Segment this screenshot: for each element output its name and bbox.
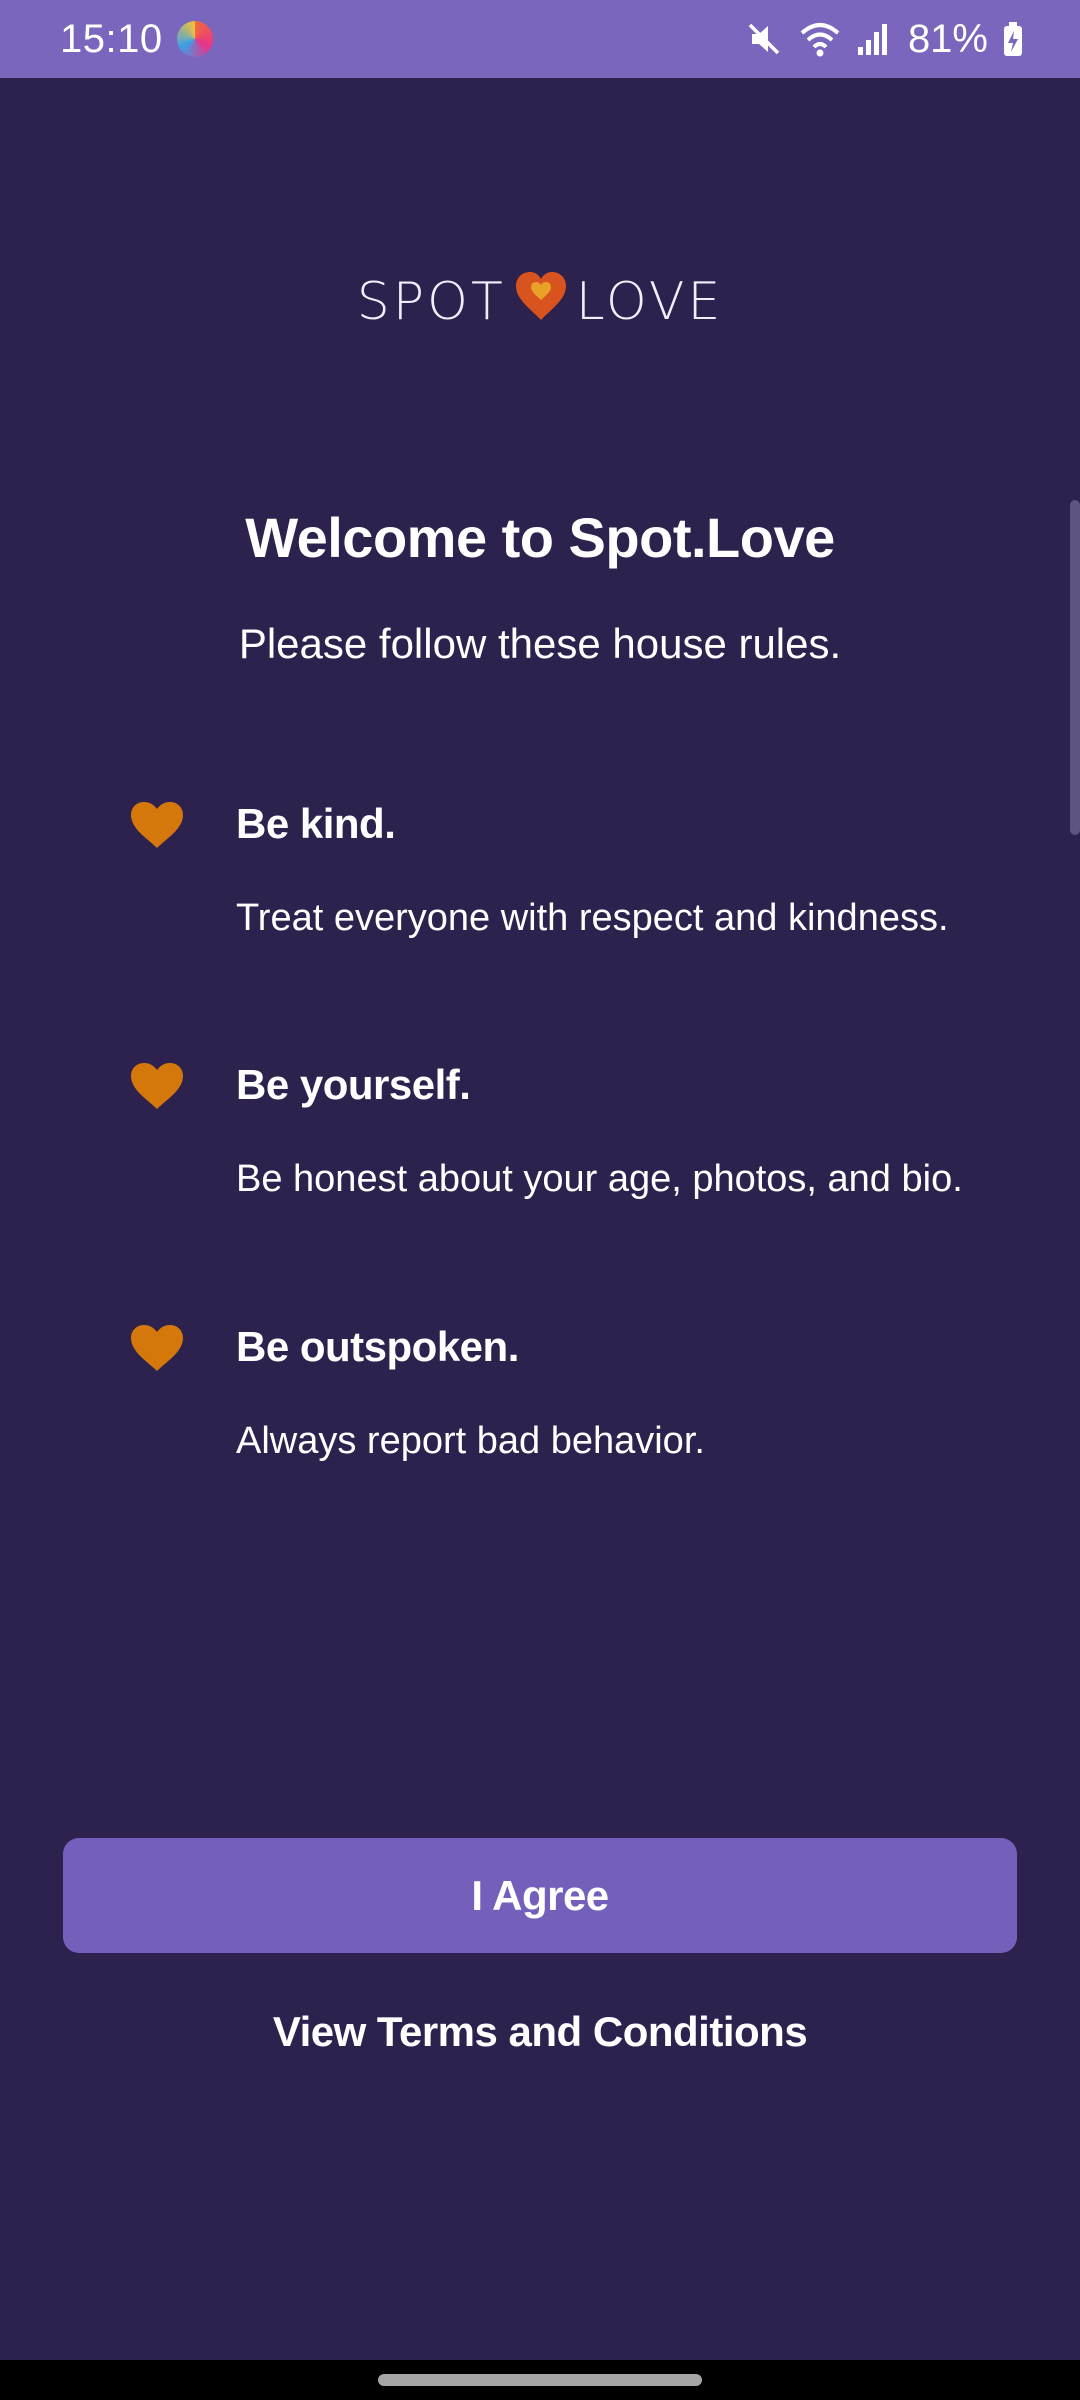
rule-description: Be honest about your age, photos, and bi… (236, 1158, 963, 1200)
heart-icon (128, 1323, 186, 1378)
battery-charging-icon (1002, 19, 1024, 59)
heart-icon (128, 1061, 186, 1116)
logo-text-right: LOVE (575, 272, 724, 332)
rule-title: Be kind. (236, 800, 396, 847)
view-terms-link[interactable]: View Terms and Conditions (0, 2008, 1080, 2056)
logo-heart-icon (512, 270, 570, 335)
page-title: Welcome to Spot.Love (245, 506, 835, 569)
status-time: 15:10 (60, 16, 163, 61)
app-notification-icon (176, 21, 213, 57)
signal-icon (856, 19, 890, 59)
home-gesture-handle[interactable] (378, 2374, 702, 2386)
spot-love-logo: SPOT LOVE (0, 262, 1080, 342)
logo-text-left: SPOT (356, 272, 506, 332)
rule-title: Be outspoken. (236, 1323, 519, 1370)
status-icons: 81% (744, 17, 1024, 62)
battery-percent: 81% (907, 16, 988, 61)
screen: 15:10 81% SPOT LOVE Welcome to Spot.Love… (0, 0, 1080, 2400)
rule-description: Treat everyone with respect and kindness… (236, 897, 949, 939)
page-subtitle: Please follow these house rules. (238, 620, 842, 667)
scrollbar[interactable] (1070, 500, 1080, 835)
rule-description: Always report bad behavior. (236, 1420, 705, 1462)
status-bar: 15:10 81% (0, 0, 1080, 78)
mute-icon (744, 19, 784, 59)
agree-button[interactable]: I Agree (63, 1838, 1017, 1953)
heart-icon (128, 800, 186, 855)
rule-title: Be yourself. (236, 1061, 471, 1108)
wifi-icon (798, 19, 842, 59)
